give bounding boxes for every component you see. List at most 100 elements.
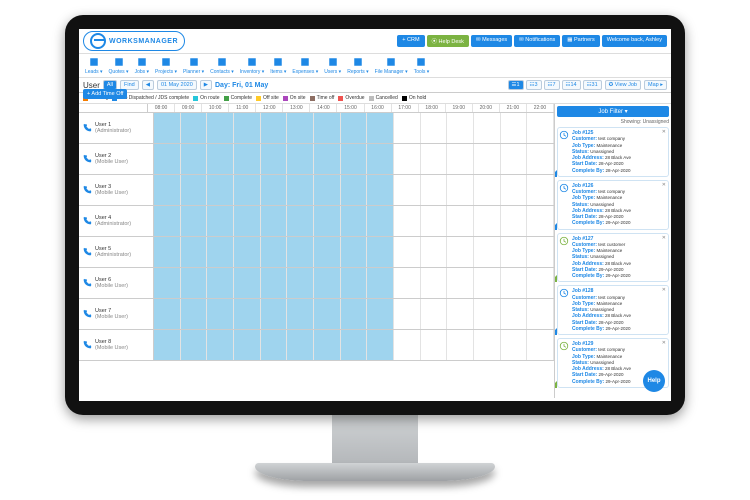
schedule-cell[interactable] xyxy=(394,175,421,205)
schedule-cell[interactable] xyxy=(181,330,208,360)
schedule-cell[interactable] xyxy=(341,330,368,360)
add-time-off-button[interactable]: + Add Time Off xyxy=(83,89,127,99)
top-button-1[interactable]: ⦿ Help Desk xyxy=(427,35,469,47)
schedule-cell[interactable] xyxy=(341,175,368,205)
schedule-cell[interactable] xyxy=(394,113,421,143)
schedule-cell[interactable] xyxy=(314,206,341,236)
schedule-cell[interactable] xyxy=(234,299,261,329)
schedule-cell[interactable] xyxy=(367,144,394,174)
schedule-cell[interactable] xyxy=(234,330,261,360)
schedule-cell[interactable] xyxy=(287,144,314,174)
schedule-cell[interactable] xyxy=(207,113,234,143)
close-icon[interactable]: ✕ xyxy=(662,235,666,241)
schedule-cell[interactable] xyxy=(527,175,554,205)
schedule-cell[interactable] xyxy=(181,268,208,298)
schedule-cell[interactable] xyxy=(287,206,314,236)
schedule-cell[interactable] xyxy=(367,330,394,360)
schedule-cell[interactable] xyxy=(367,206,394,236)
schedule-cell[interactable] xyxy=(421,299,448,329)
schedule-cell[interactable] xyxy=(527,237,554,267)
user-cell[interactable]: User 8(Mobile User) xyxy=(79,330,154,360)
schedule-cell[interactable] xyxy=(474,330,501,360)
schedule-cell[interactable] xyxy=(314,299,341,329)
schedule-cell[interactable] xyxy=(501,144,528,174)
schedule-cell[interactable] xyxy=(474,175,501,205)
schedule-cell[interactable] xyxy=(474,144,501,174)
schedule-cell[interactable] xyxy=(447,175,474,205)
schedule-cell[interactable] xyxy=(501,175,528,205)
user-cell[interactable]: User 7(Mobile User) xyxy=(79,299,154,329)
schedule-cell[interactable] xyxy=(527,206,554,236)
schedule-cell[interactable] xyxy=(447,268,474,298)
menu-tools[interactable]: Tools ▾ xyxy=(412,56,432,75)
top-button-0[interactable]: + CRM xyxy=(397,35,424,47)
schedule-cell[interactable] xyxy=(181,206,208,236)
schedule-cell[interactable] xyxy=(394,206,421,236)
schedule-cell[interactable] xyxy=(394,330,421,360)
schedule-cell[interactable] xyxy=(501,113,528,143)
schedule-cell[interactable] xyxy=(154,330,181,360)
schedule-cell[interactable] xyxy=(181,299,208,329)
schedule-cell[interactable] xyxy=(154,113,181,143)
schedule-cell[interactable] xyxy=(154,268,181,298)
map-link[interactable]: Map ▸ xyxy=(644,80,667,90)
schedule-cell[interactable] xyxy=(501,237,528,267)
schedule-cell[interactable] xyxy=(367,268,394,298)
schedule-cell[interactable] xyxy=(447,113,474,143)
schedule-cell[interactable] xyxy=(447,206,474,236)
schedule-cell[interactable] xyxy=(314,237,341,267)
app-logo[interactable]: WORKSMANAGER xyxy=(83,31,185,51)
schedule-cell[interactable] xyxy=(341,144,368,174)
schedule-cell[interactable] xyxy=(154,206,181,236)
schedule-cell[interactable] xyxy=(341,268,368,298)
close-icon[interactable]: ✕ xyxy=(662,182,666,188)
close-icon[interactable]: ✕ xyxy=(662,340,666,346)
schedule-cell[interactable] xyxy=(207,175,234,205)
job-card[interactable]: ✕Job #125Customer: test companyJob Type:… xyxy=(557,127,669,177)
schedule-cell[interactable] xyxy=(261,268,288,298)
schedule-cell[interactable] xyxy=(447,144,474,174)
schedule-cell[interactable] xyxy=(314,113,341,143)
schedule-cell[interactable] xyxy=(207,237,234,267)
schedule-cell[interactable] xyxy=(421,206,448,236)
view-job-button[interactable]: ✪ View Job xyxy=(605,80,641,90)
schedule-cell[interactable] xyxy=(181,175,208,205)
top-button-4[interactable]: ▦ Partners xyxy=(562,35,600,47)
user-cell[interactable]: User 3(Mobile User) xyxy=(79,175,154,205)
schedule-cell[interactable] xyxy=(527,144,554,174)
schedule-cell[interactable] xyxy=(394,237,421,267)
schedule-cell[interactable] xyxy=(234,113,261,143)
schedule-cell[interactable] xyxy=(287,268,314,298)
menu-items[interactable]: Items ▾ xyxy=(268,56,288,75)
schedule-cell[interactable] xyxy=(447,330,474,360)
schedule-cell[interactable] xyxy=(207,144,234,174)
schedule-cell[interactable] xyxy=(261,144,288,174)
schedule-cell[interactable] xyxy=(394,144,421,174)
menu-inventory[interactable]: Inventory ▾ xyxy=(238,56,266,75)
menu-file manager[interactable]: File Manager ▾ xyxy=(373,56,410,75)
view-range-4[interactable]: ☷31 xyxy=(583,80,602,90)
schedule-cell[interactable] xyxy=(261,330,288,360)
schedule-cell[interactable] xyxy=(234,144,261,174)
top-button-2[interactable]: ✉ Messages xyxy=(471,35,512,47)
schedule-cell[interactable] xyxy=(261,206,288,236)
schedule-cell[interactable] xyxy=(367,299,394,329)
schedule-cell[interactable] xyxy=(261,237,288,267)
user-cell[interactable]: User 6(Mobile User) xyxy=(79,268,154,298)
schedule-cell[interactable] xyxy=(154,299,181,329)
schedule-cell[interactable] xyxy=(394,299,421,329)
job-card[interactable]: ✕Job #126Customer: test companyJob Type:… xyxy=(557,180,669,230)
menu-reports[interactable]: Reports ▾ xyxy=(345,56,370,75)
view-range-2[interactable]: ☷7 xyxy=(544,80,560,90)
schedule-cell[interactable] xyxy=(341,113,368,143)
schedule-cell[interactable] xyxy=(421,144,448,174)
schedule-cell[interactable] xyxy=(314,330,341,360)
schedule-cell[interactable] xyxy=(474,268,501,298)
schedule-cell[interactable] xyxy=(501,299,528,329)
schedule-cell[interactable] xyxy=(207,330,234,360)
schedule-cell[interactable] xyxy=(154,237,181,267)
menu-contacts[interactable]: Contacts ▾ xyxy=(208,56,236,75)
view-range-3[interactable]: ☷14 xyxy=(562,80,581,90)
schedule-cell[interactable] xyxy=(394,268,421,298)
user-cell[interactable]: User 4(Administrator) xyxy=(79,206,154,236)
